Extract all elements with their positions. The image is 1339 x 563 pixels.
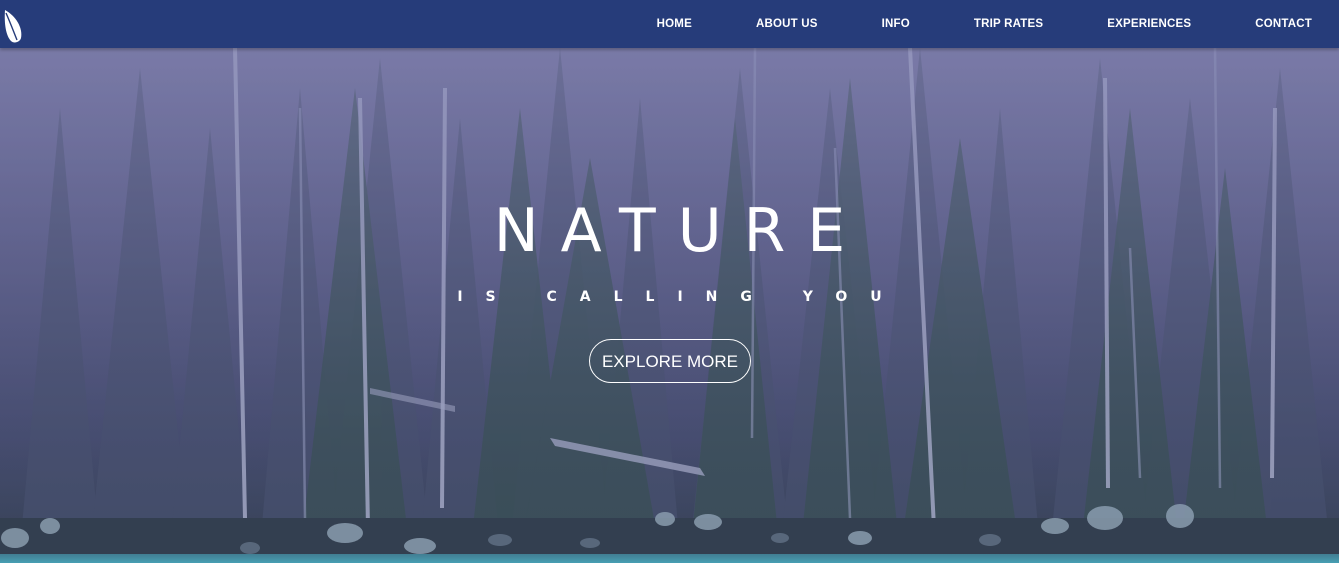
nav-link-experiences[interactable]: EXPERIENCES (1107, 18, 1191, 30)
explore-more-button[interactable]: EXPLORE MORE (589, 339, 751, 383)
hero-subtitle: IS CALLING YOU (457, 289, 905, 305)
leaf-icon[interactable] (2, 8, 24, 44)
hero-title: NATURE (493, 196, 868, 266)
nav-link-trip-rates[interactable]: TRIP RATES (974, 18, 1043, 30)
hero-section: NATURE IS CALLING YOU EXPLORE MORE (0, 48, 1339, 563)
main-nav: HOME ABOUT US INFO TRIP RATES EXPERIENCE… (593, 0, 1339, 48)
nav-link-about-us[interactable]: ABOUT US (756, 18, 818, 30)
nav-link-home[interactable]: HOME (657, 18, 692, 30)
nav-link-contact[interactable]: CONTACT (1255, 18, 1312, 30)
top-navbar: HOME ABOUT US INFO TRIP RATES EXPERIENCE… (0, 0, 1339, 48)
nav-link-info[interactable]: INFO (882, 18, 910, 30)
